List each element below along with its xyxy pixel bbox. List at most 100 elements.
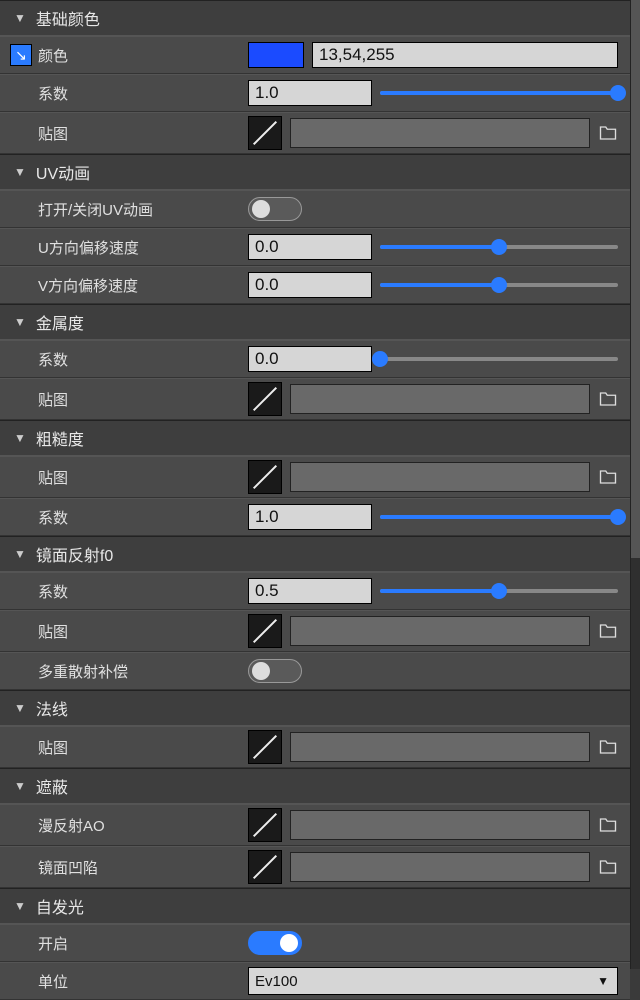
chevron-down-icon: ▼ xyxy=(597,974,609,988)
scrollbar[interactable] xyxy=(631,0,640,969)
metallic-coeff-input[interactable] xyxy=(248,346,372,372)
texture-path-input[interactable] xyxy=(290,616,590,646)
label-emissive-enable: 开启 xyxy=(38,933,248,954)
section-header-emissive[interactable]: ▼ 自发光 xyxy=(0,888,630,924)
label-coeff: 系数 xyxy=(38,507,248,528)
scrollbar-thumb[interactable] xyxy=(631,0,640,558)
emissive-enable-toggle[interactable] xyxy=(248,931,302,955)
row-base-color: ↘ 颜色 xyxy=(0,36,630,74)
chevron-down-icon: ▼ xyxy=(14,701,26,715)
dropdown-value: Ev100 xyxy=(255,973,298,990)
texture-thumbnail[interactable] xyxy=(248,382,282,416)
section-title: 粗糙度 xyxy=(36,426,84,450)
chevron-down-icon: ▼ xyxy=(14,431,26,445)
row-multiscatter: 多重散射补偿 xyxy=(0,652,630,690)
row-base-color-coeff: 系数 xyxy=(0,74,630,112)
chevron-down-icon: ▼ xyxy=(14,779,26,793)
folder-icon[interactable] xyxy=(598,737,618,757)
section-header-uv-anim[interactable]: ▼ UV动画 xyxy=(0,154,630,190)
row-u-speed: U方向偏移速度 xyxy=(0,228,630,266)
specular-coeff-slider[interactable] xyxy=(380,578,618,604)
chevron-down-icon: ▼ xyxy=(14,899,26,913)
texture-thumbnail[interactable] xyxy=(248,850,282,884)
row-roughness-tex: 贴图 xyxy=(0,456,630,498)
row-base-color-tex: 贴图 xyxy=(0,112,630,154)
row-uv-toggle: 打开/关闭UV动画 xyxy=(0,190,630,228)
folder-icon[interactable] xyxy=(598,389,618,409)
label-coeff: 系数 xyxy=(38,581,248,602)
coeff-input[interactable] xyxy=(248,80,372,106)
properties-panel: ▼ 基础颜色 ↘ 颜色 系数 贴图 ▼ UV动画 打开/关闭UV动画 xyxy=(0,0,631,969)
metallic-coeff-slider[interactable] xyxy=(380,346,618,372)
row-v-speed: V方向偏移速度 xyxy=(0,266,630,304)
section-title: 基础颜色 xyxy=(36,6,100,30)
folder-icon[interactable] xyxy=(598,857,618,877)
texture-path-input[interactable] xyxy=(290,118,590,148)
folder-icon[interactable] xyxy=(598,815,618,835)
chevron-down-icon: ▼ xyxy=(14,315,26,329)
section-title: 金属度 xyxy=(36,310,84,334)
folder-icon[interactable] xyxy=(598,123,618,143)
section-title: 自发光 xyxy=(36,894,84,918)
row-spec-cavity: 镜面凹陷 xyxy=(0,846,630,888)
section-header-specular-f0[interactable]: ▼ 镜面反射f0 xyxy=(0,536,630,572)
section-title: UV动画 xyxy=(36,160,90,184)
multiscatter-toggle[interactable] xyxy=(248,659,302,683)
roughness-coeff-input[interactable] xyxy=(248,504,372,530)
color-value-input[interactable] xyxy=(312,42,618,68)
section-header-occlusion[interactable]: ▼ 遮蔽 xyxy=(0,768,630,804)
label-texture: 贴图 xyxy=(38,467,248,488)
label-color: 颜色 xyxy=(38,45,248,66)
row-specular-tex: 贴图 xyxy=(0,610,630,652)
chevron-down-icon: ▼ xyxy=(14,11,26,25)
section-header-base-color[interactable]: ▼ 基础颜色 xyxy=(0,0,630,36)
label-emissive-unit: 单位 xyxy=(38,971,248,992)
label-uv-toggle: 打开/关闭UV动画 xyxy=(38,199,248,220)
texture-thumbnail[interactable] xyxy=(248,730,282,764)
chevron-down-icon: ▼ xyxy=(14,547,26,561)
row-diffuse-ao: 漫反射AO xyxy=(0,804,630,846)
texture-path-input[interactable] xyxy=(290,462,590,492)
texture-thumbnail[interactable] xyxy=(248,116,282,150)
row-emissive-enable: 开启 xyxy=(0,924,630,962)
color-swatch[interactable] xyxy=(248,42,304,68)
texture-thumbnail[interactable] xyxy=(248,460,282,494)
u-speed-input[interactable] xyxy=(248,234,372,260)
label-texture: 贴图 xyxy=(38,123,248,144)
row-normal-tex: 贴图 xyxy=(0,726,630,768)
section-title: 遮蔽 xyxy=(36,774,68,798)
label-spec-cavity: 镜面凹陷 xyxy=(38,857,248,878)
folder-icon[interactable] xyxy=(598,467,618,487)
row-metallic-coeff: 系数 xyxy=(0,340,630,378)
coeff-slider[interactable] xyxy=(380,80,618,106)
row-roughness-coeff: 系数 xyxy=(0,498,630,536)
label-v-speed: V方向偏移速度 xyxy=(38,275,248,296)
texture-path-input[interactable] xyxy=(290,810,590,840)
row-specular-coeff: 系数 xyxy=(0,572,630,610)
texture-path-input[interactable] xyxy=(290,852,590,882)
v-speed-slider[interactable] xyxy=(380,272,618,298)
label-multiscatter: 多重散射补偿 xyxy=(38,661,248,682)
folder-icon[interactable] xyxy=(598,621,618,641)
uv-anim-toggle[interactable] xyxy=(248,197,302,221)
texture-thumbnail[interactable] xyxy=(248,614,282,648)
section-title: 镜面反射f0 xyxy=(36,542,113,566)
texture-path-input[interactable] xyxy=(290,384,590,414)
texture-thumbnail[interactable] xyxy=(248,808,282,842)
section-header-metallic[interactable]: ▼ 金属度 xyxy=(0,304,630,340)
u-speed-slider[interactable] xyxy=(380,234,618,260)
indicator-icon[interactable]: ↘ xyxy=(10,44,32,66)
emissive-unit-dropdown[interactable]: Ev100 ▼ xyxy=(248,967,618,995)
v-speed-input[interactable] xyxy=(248,272,372,298)
label-u-speed: U方向偏移速度 xyxy=(38,237,248,258)
specular-coeff-input[interactable] xyxy=(248,578,372,604)
section-header-normal[interactable]: ▼ 法线 xyxy=(0,690,630,726)
section-header-roughness[interactable]: ▼ 粗糙度 xyxy=(0,420,630,456)
label-texture: 贴图 xyxy=(38,389,248,410)
roughness-coeff-slider[interactable] xyxy=(380,504,618,530)
label-coeff: 系数 xyxy=(38,349,248,370)
label-texture: 贴图 xyxy=(38,737,248,758)
label-coeff: 系数 xyxy=(38,83,248,104)
texture-path-input[interactable] xyxy=(290,732,590,762)
chevron-down-icon: ▼ xyxy=(14,165,26,179)
